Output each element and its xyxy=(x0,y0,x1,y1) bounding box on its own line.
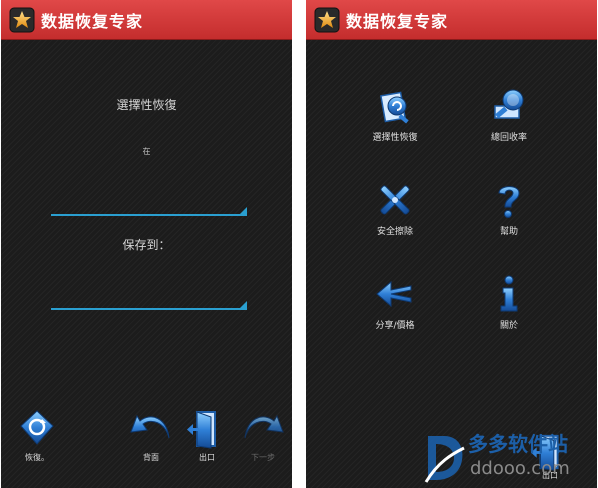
recover-label: 恢復。 xyxy=(25,453,49,462)
menu-item-about[interactable]: 關於 xyxy=(464,274,554,346)
menu-label: 選擇性恢復 xyxy=(372,133,418,143)
dropdown-corner-icon xyxy=(238,301,247,310)
menu-label: 分享/價格 xyxy=(375,321,415,331)
menu-item-secure-erase[interactable]: 安全擦除 xyxy=(350,180,440,252)
menu-item-total-recovery[interactable]: 總回收率 xyxy=(464,86,554,158)
next-arrow-icon xyxy=(244,414,284,439)
app-logo-icon xyxy=(9,7,35,32)
app-title: 数据恢复专家 xyxy=(346,11,449,31)
recover-button[interactable]: 恢復。 xyxy=(9,408,65,468)
exit-door-icon xyxy=(187,411,216,449)
exit-button[interactable]: 出口 xyxy=(179,408,235,468)
watermark-title: 多多软件站 xyxy=(468,432,568,456)
main-menu-screen: 数据恢复专家 選擇性恢復 總回收率 安全擦除 幫助 分享/價格 關於 xyxy=(306,0,597,488)
share-icon xyxy=(376,280,412,308)
menu-label: 幫助 xyxy=(499,227,518,237)
destination-dropdown[interactable] xyxy=(51,288,247,310)
menu-item-share[interactable]: 分享/價格 xyxy=(350,274,440,346)
site-watermark: 多多软件站 ddooo.com xyxy=(424,428,598,486)
menu-label: 總回收率 xyxy=(490,133,527,143)
dropdown-corner-icon xyxy=(238,207,247,216)
source-dropdown[interactable] xyxy=(51,194,247,216)
back-arrow-icon xyxy=(130,414,170,439)
back-label: 背面 xyxy=(143,453,159,462)
save-to-label: 保存到： xyxy=(122,238,171,252)
recycle-icon xyxy=(20,410,54,445)
source-label: 在 xyxy=(142,147,151,156)
back-button[interactable]: 背面 xyxy=(123,408,179,468)
page-heading: 選擇性恢復 xyxy=(116,98,177,112)
watermark-url: ddooo.com xyxy=(470,458,570,479)
menu-label: 安全擦除 xyxy=(376,227,413,237)
next-label: 下一步 xyxy=(251,453,275,462)
secure-erase-icon xyxy=(380,185,410,215)
total-recovery-icon xyxy=(494,89,524,119)
title-bar: 数据恢复专家 xyxy=(306,0,597,40)
help-icon xyxy=(498,186,520,218)
menu-item-selective-recovery[interactable]: 選擇性恢復 xyxy=(350,86,440,158)
app-logo-icon xyxy=(314,7,340,32)
selective-recovery-screen: 数据恢复专家 選擇性恢復 在 保存到： 恢復。 背面 出口 下一步 xyxy=(1,0,292,488)
exit-label: 出口 xyxy=(199,453,215,462)
title-bar: 数据恢复专家 xyxy=(1,0,292,40)
next-button[interactable]: 下一步 xyxy=(235,408,291,468)
app-title: 数据恢复专家 xyxy=(41,11,144,31)
selective-recovery-icon xyxy=(380,91,409,124)
watermark-logo-icon xyxy=(424,436,465,483)
menu-label: 關於 xyxy=(499,321,518,331)
menu-item-help[interactable]: 幫助 xyxy=(464,180,554,252)
info-icon xyxy=(500,275,518,312)
